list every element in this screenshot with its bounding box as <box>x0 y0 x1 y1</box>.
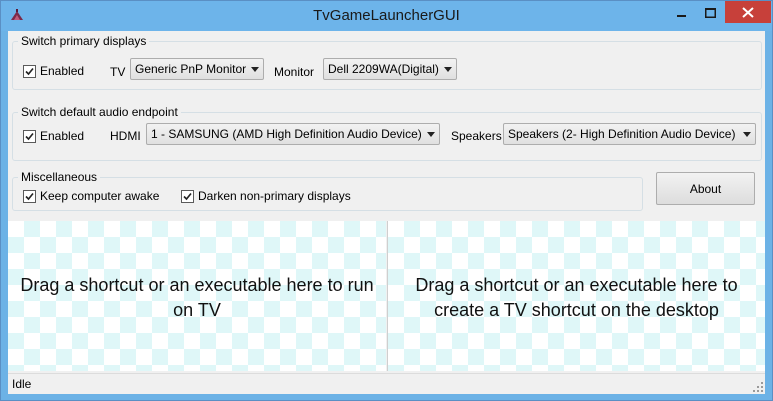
darken-displays-checkbox[interactable]: Darken non-primary displays <box>181 189 351 203</box>
checkbox-check-icon <box>23 129 36 143</box>
hdmi-audio-dropdown[interactable]: 1 - SAMSUNG (AMD High Definition Audio D… <box>146 123 440 145</box>
client-area: Switch primary displays Enabled TV Gener… <box>8 31 765 394</box>
chevron-down-icon <box>423 131 439 137</box>
speakers-audio-value: Speakers (2- High Definition Audio Devic… <box>508 127 736 141</box>
app-window: TvGameLauncherGUI Switch primary display… <box>0 0 773 401</box>
create-shortcut-drop-text: Drag a shortcut or an executable here to… <box>415 275 738 320</box>
checkbox-check-icon <box>23 64 36 78</box>
window-title: TvGameLauncherGUI <box>313 7 460 24</box>
chevron-down-icon <box>739 131 755 137</box>
tv-display-value: Generic PnP Monitor <box>135 62 247 76</box>
speakers-audio-dropdown[interactable]: Speakers (2- High Definition Audio Devic… <box>503 123 756 145</box>
tv-display-dropdown[interactable]: Generic PnP Monitor <box>130 58 264 80</box>
status-text: Idle <box>12 377 32 391</box>
minimize-icon <box>677 15 686 17</box>
checkbox-check-icon <box>23 189 36 203</box>
status-bar: Idle <box>8 373 765 394</box>
keep-awake-checkbox[interactable]: Keep computer awake <box>23 189 159 203</box>
close-icon <box>742 6 754 18</box>
darken-displays-label: Darken non-primary displays <box>198 189 351 203</box>
monitor-display-value: Dell 2209WA(Digital) <box>328 62 439 76</box>
displays-enabled-label: Enabled <box>40 64 85 78</box>
audio-enabled-label: Enabled <box>40 129 85 143</box>
maximize-button[interactable] <box>697 2 723 24</box>
keep-awake-label: Keep computer awake <box>40 189 160 203</box>
monitor-display-dropdown[interactable]: Dell 2209WA(Digital) <box>323 58 457 80</box>
hdmi-label: HDMI <box>110 129 141 143</box>
run-on-tv-drop-zone[interactable]: Drag a shortcut or an executable here to… <box>8 221 386 371</box>
tv-label: TV <box>110 65 126 79</box>
audio-endpoint-legend: Switch default audio endpoint <box>21 105 178 119</box>
checkbox-check-icon <box>181 189 194 203</box>
audio-enabled-checkbox[interactable]: Enabled <box>23 129 84 143</box>
displays-enabled-checkbox[interactable]: Enabled <box>23 64 84 78</box>
chevron-down-icon <box>247 66 263 72</box>
run-on-tv-drop-text: Drag a shortcut or an executable here to… <box>20 275 374 320</box>
miscellaneous-legend: Miscellaneous <box>21 170 98 184</box>
monitor-label: Monitor <box>274 65 315 79</box>
about-button[interactable]: About <box>656 172 755 205</box>
maximize-icon <box>704 8 716 18</box>
resize-grip-icon[interactable] <box>753 382 763 392</box>
speakers-label: Speakers <box>451 129 502 143</box>
minimize-button[interactable] <box>669 2 695 24</box>
chevron-down-icon <box>440 66 456 72</box>
create-shortcut-drop-zone[interactable]: Drag a shortcut or an executable here to… <box>387 221 765 371</box>
title-bar[interactable]: TvGameLauncherGUI <box>1 1 772 31</box>
primary-displays-legend: Switch primary displays <box>21 34 147 48</box>
close-button[interactable] <box>725 1 771 23</box>
hdmi-audio-value: 1 - SAMSUNG (AMD High Definition Audio D… <box>151 127 422 141</box>
